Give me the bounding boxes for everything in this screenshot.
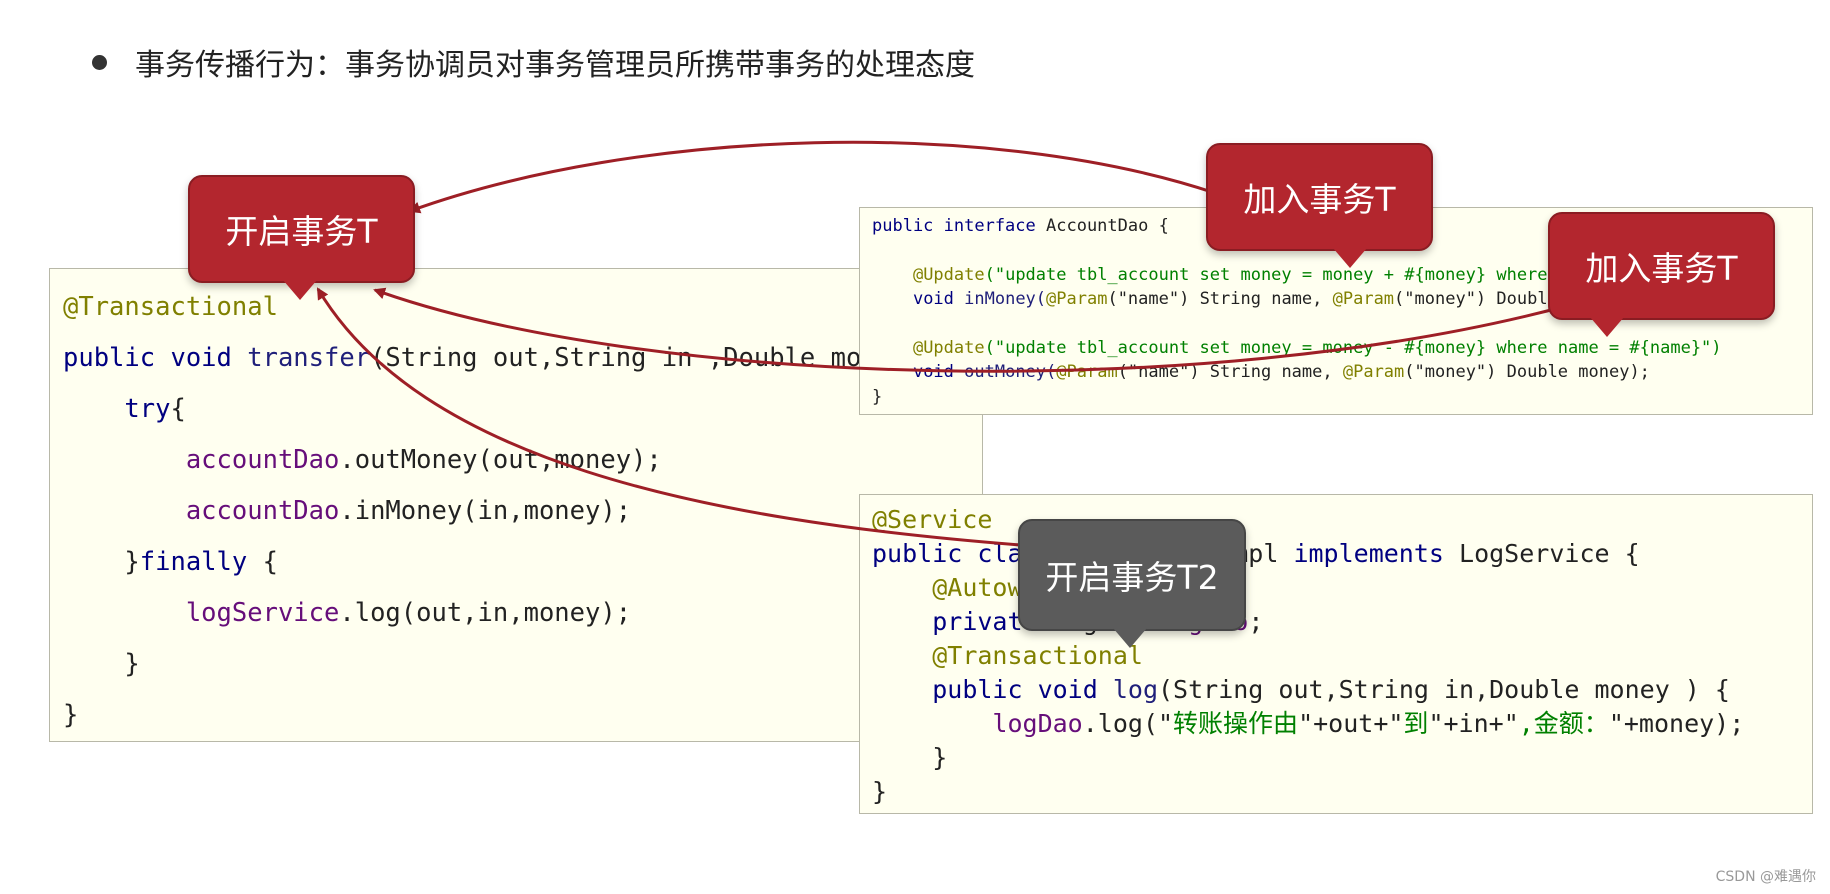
code-token: } [872, 777, 888, 806]
code-token: inMoney( [964, 289, 1047, 310]
code-token: @Update [912, 264, 985, 285]
code-token: .outMoney(out,money); [339, 445, 662, 475]
code-token: ("update tbl_account set money = money -… [984, 337, 1722, 358]
transfer-method-code: @Transactional public void transfer(Strin… [49, 268, 983, 742]
code-line: @Update("update tbl_account set money = … [872, 336, 1812, 360]
code-line: try{ [63, 393, 982, 444]
code-token: 到 [1403, 709, 1429, 738]
code-token: void [912, 289, 965, 310]
arrow-join1-to-start [408, 140, 1216, 214]
code-token: public void [932, 675, 1113, 704]
code-token: @Transactional [63, 292, 278, 322]
headline: 事务传播行为：事务协调员对事务管理员所携带事务的处理态度 [92, 40, 975, 84]
code-token: try [124, 394, 171, 424]
code-token: ("name") String name, [1117, 362, 1343, 383]
code-line: } [872, 385, 1812, 409]
code-token: ,金额： [1518, 709, 1609, 738]
watermark: CSDN @难遇你 [1715, 869, 1816, 885]
code-token: } [872, 743, 948, 772]
code-line: } [63, 648, 982, 699]
code-line: accountDao.inMoney(in,money); [63, 495, 982, 546]
code-token: @Update [912, 337, 985, 358]
code-token: ("name") String name, [1107, 289, 1333, 310]
code-token: (String out,String in,Double money ) { [1158, 675, 1730, 704]
code-token: @Param [1342, 362, 1405, 383]
code-line: void outMoney(@Param("name") String name… [872, 360, 1812, 384]
code-line: logService.log(out,in,money); [63, 597, 982, 648]
code-line: } [872, 741, 1812, 775]
code-line: private LogDao logDao; [872, 605, 1812, 639]
code-line: logDao.log("转账操作由"+out+"到"+in+",金额："+mon… [872, 707, 1812, 741]
code-token: @Transactional [932, 641, 1143, 670]
code-token: { [247, 547, 278, 577]
code-token: .inMoney(in,money); [339, 496, 632, 526]
code-token: } [872, 386, 883, 407]
code-token: } [63, 547, 140, 577]
code-token: .log(" [1082, 709, 1174, 738]
code-token: { [170, 394, 186, 424]
code-token: implements [1293, 539, 1460, 568]
code-token: finally [139, 547, 248, 577]
code-token: transfer [247, 343, 371, 373]
code-line: @Transactional [63, 291, 982, 342]
code-token: ; [1248, 607, 1264, 636]
code-line: public class LogServiceImpl implements L… [872, 537, 1812, 571]
code-token: accountDao [185, 445, 340, 475]
code-token: } [63, 649, 140, 679]
code-token: accountDao [185, 496, 340, 526]
code-token: public void [63, 343, 248, 373]
code-token: 转账操作由 [1173, 709, 1299, 738]
code-line: }finally { [63, 546, 982, 597]
code-token: ("money") Double money); [1404, 362, 1650, 383]
code-token: logDao [992, 709, 1083, 738]
code-token: public interface [872, 216, 1046, 236]
code-line: @Autowired [872, 571, 1812, 605]
code-token: "+out+" [1298, 709, 1404, 738]
code-token: "+money); [1608, 709, 1745, 738]
code-line: public void transfer(String out,String i… [63, 342, 982, 393]
code-token: AccountDao { [1046, 216, 1169, 236]
code-token: log [1112, 675, 1158, 704]
code-token: logService [185, 598, 340, 628]
callout-start-transaction-2: 开启事务T2 [1018, 519, 1246, 648]
code-token: LogService { [1459, 539, 1640, 568]
log-service-code: @Service public class LogServiceImpl impl… [859, 494, 1813, 814]
code-token: @Service [872, 505, 993, 534]
headline-text: 事务传播行为：事务协调员对事务管理员所携带事务的处理态度 [135, 48, 975, 83]
code-token: void [912, 362, 965, 383]
code-token: @Param [1046, 289, 1108, 310]
callout-join-transaction-2: 加入事务T [1548, 212, 1775, 337]
code-token: @Param [1332, 289, 1395, 310]
code-line: @Transactional [872, 639, 1812, 673]
code-line: } [872, 775, 1812, 809]
code-token: "+in+" [1428, 709, 1519, 738]
code-line: } [63, 699, 982, 741]
code-token: } [63, 700, 79, 730]
code-line: accountDao.outMoney(out,money); [63, 444, 982, 495]
code-line: @Service [872, 503, 1812, 537]
callout-join-transaction-1: 加入事务T [1206, 143, 1433, 268]
bullet-icon [92, 54, 107, 70]
callout-start-transaction: 开启事务T [188, 175, 415, 300]
code-token: @Param [1056, 362, 1118, 383]
code-token: .log(out,in,money); [339, 598, 632, 628]
code-line: public void log(String out,String in,Dou… [872, 673, 1812, 707]
code-token: outMoney( [964, 362, 1057, 383]
